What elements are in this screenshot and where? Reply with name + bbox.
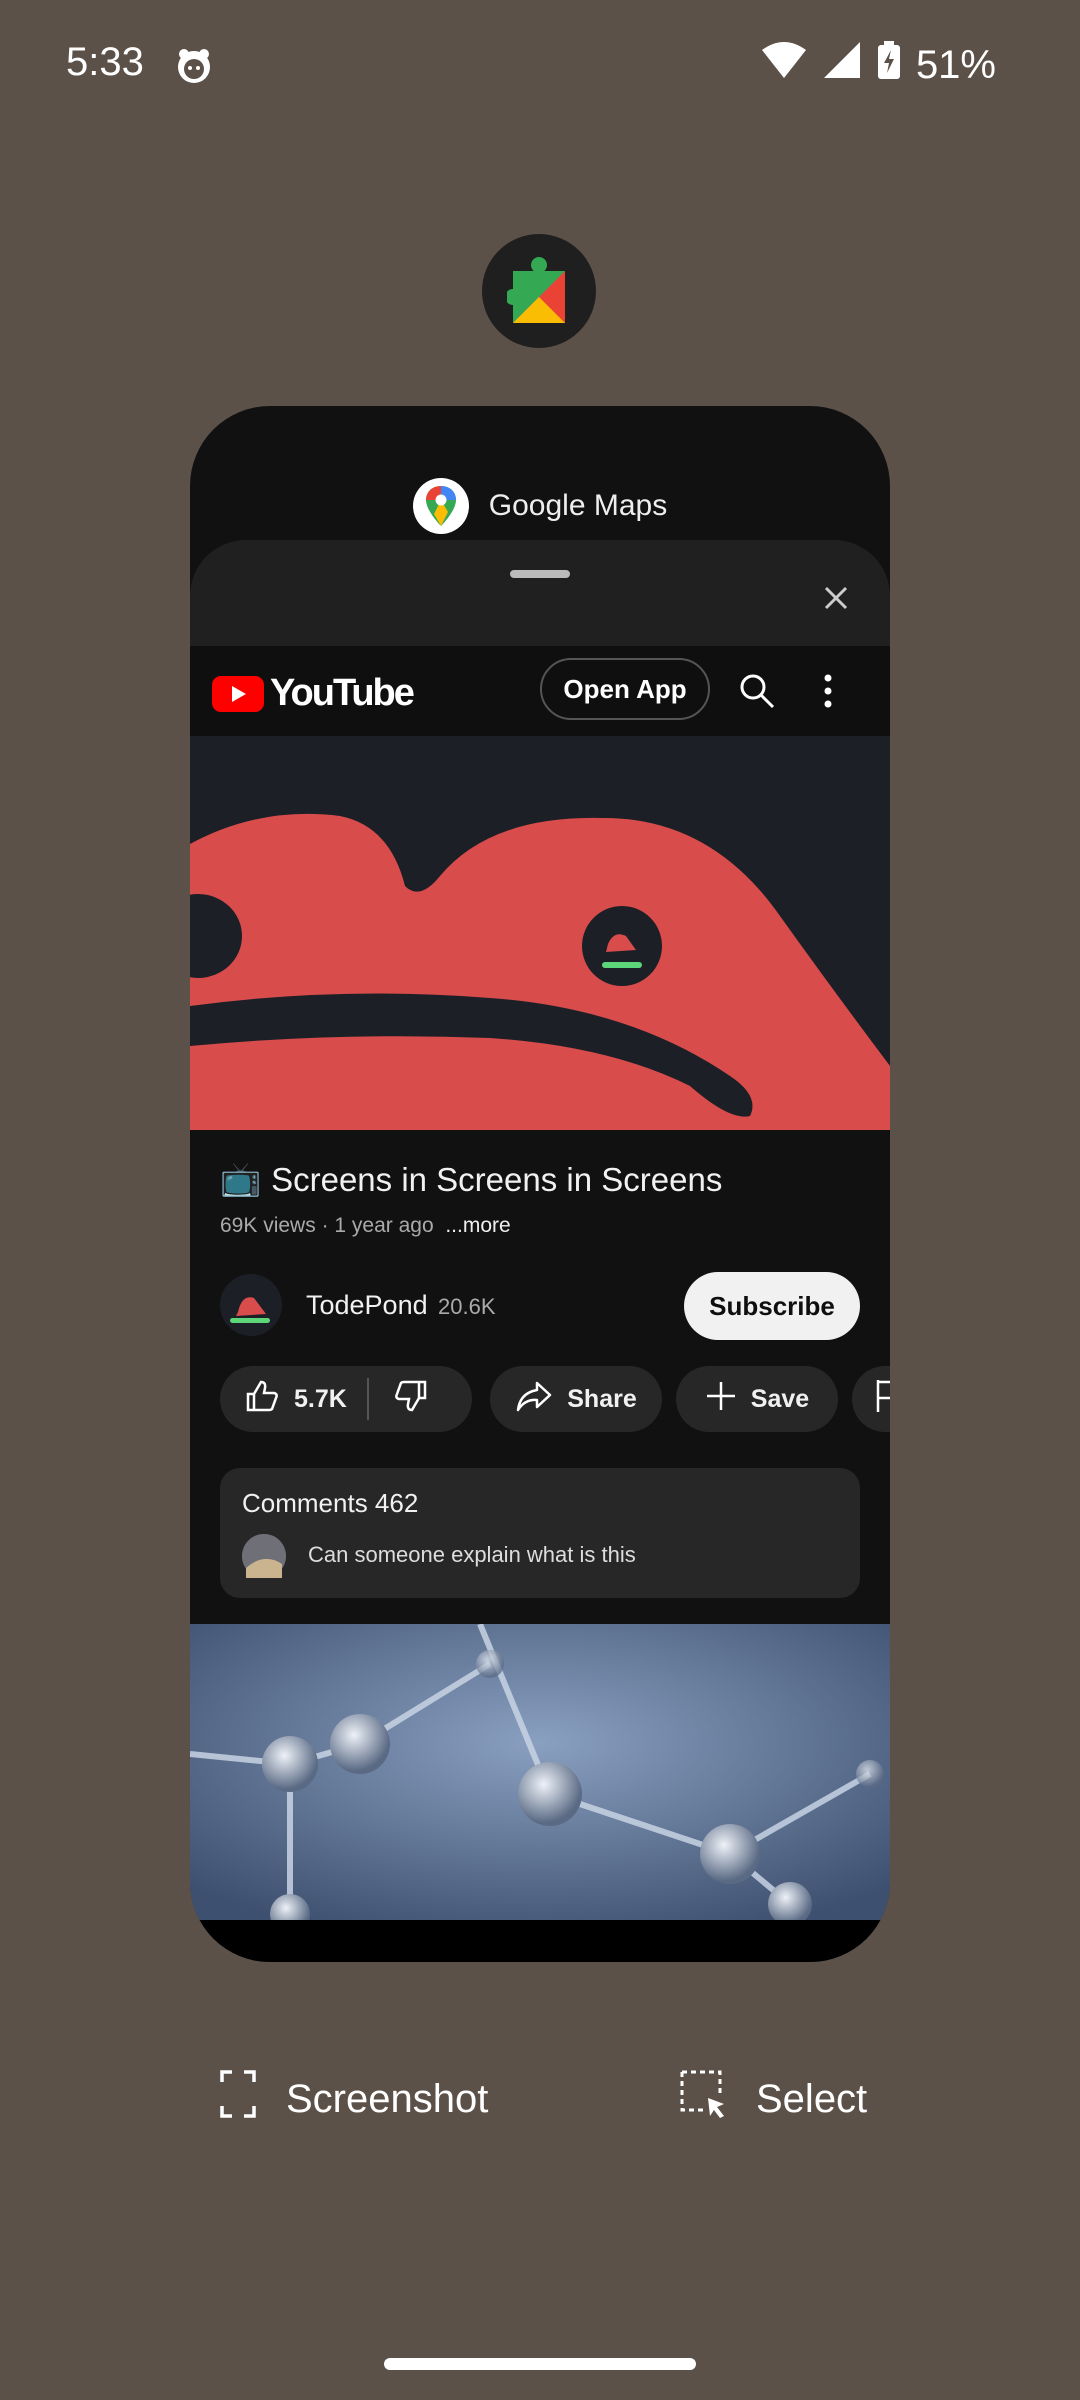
channel-name[interactable]: TodePond	[306, 1290, 428, 1321]
view-count: 69K views	[220, 1214, 316, 1237]
commenter-avatar	[242, 1534, 286, 1578]
select-label: Select	[756, 2076, 868, 2121]
share-button[interactable]: Share	[490, 1366, 662, 1432]
open-app-button[interactable]: Open App	[540, 658, 710, 720]
google-play-services-icon[interactable]	[482, 234, 596, 348]
close-icon[interactable]	[818, 580, 854, 616]
video-title[interactable]: 📺 Screens in Screens in Screens	[220, 1160, 722, 1199]
upload-age: 1 year ago	[334, 1214, 434, 1237]
app-preview-card[interactable]: Google Maps YouTube Open App 📺 Screens i…	[190, 406, 890, 1962]
save-button[interactable]: Save	[676, 1366, 838, 1432]
screenshot-icon	[220, 2070, 256, 2128]
status-time: 5:33	[66, 40, 144, 85]
share-icon	[515, 1379, 553, 1420]
signal-icon	[822, 40, 862, 90]
thumbs-down-icon	[393, 1380, 429, 1420]
subscriber-count: 20.6K	[438, 1294, 496, 1319]
youtube-logo[interactable]: YouTube	[212, 672, 415, 715]
comment-text: Can someone explain what is this	[308, 1542, 636, 1567]
google-maps-icon	[412, 478, 469, 534]
like-dislike-group: 5.7K	[220, 1366, 472, 1432]
more-options-icon[interactable]	[822, 674, 834, 713]
video-meta: 69K views · 1 year ago ...more	[220, 1214, 511, 1238]
youtube-header: YouTube Open App	[190, 646, 890, 736]
plus-icon	[705, 1380, 737, 1419]
tv-emoji: 📺	[220, 1160, 262, 1197]
like-count: 5.7K	[294, 1384, 347, 1413]
report-button[interactable]	[852, 1366, 890, 1432]
battery-charging-icon	[876, 40, 902, 90]
thumbs-up-icon	[244, 1378, 280, 1421]
like-button[interactable]: 5.7K	[220, 1378, 347, 1421]
youtube-play-icon	[212, 675, 264, 712]
video-thumbnail[interactable]	[190, 736, 890, 1130]
card-bottom-edge	[190, 1920, 890, 1962]
more-link[interactable]: ...more	[445, 1214, 510, 1237]
video-title-text: Screens in Screens in Screens	[271, 1160, 723, 1198]
comments-panel[interactable]: Comments 462 Can someone explain what is…	[220, 1468, 860, 1598]
share-label: Share	[567, 1384, 637, 1413]
select-button[interactable]: Select	[680, 2070, 867, 2128]
notification-face-icon	[174, 46, 214, 86]
dislike-button[interactable]	[369, 1378, 429, 1421]
next-video-thumbnail[interactable]	[190, 1624, 890, 1920]
comments-title: Comments 462	[242, 1488, 419, 1518]
time-text: 5:33	[66, 40, 144, 84]
select-region-icon	[680, 2070, 726, 2128]
bottom-sheet: YouTube Open App 📺 Screens in Screens in…	[190, 540, 890, 1962]
video-info: 📺 Screens in Screens in Screens 69K view…	[190, 1130, 890, 1624]
search-icon[interactable]	[738, 672, 776, 715]
save-label: Save	[750, 1384, 810, 1413]
subscribe-button[interactable]: Subscribe	[684, 1272, 860, 1340]
gesture-nav-bar[interactable]	[384, 2358, 696, 2370]
battery-percent: 51%	[915, 42, 996, 87]
flag-icon	[874, 1378, 890, 1421]
meta-separator: ·	[321, 1214, 329, 1237]
app-name: Google Maps	[488, 489, 668, 522]
youtube-wordmark: YouTube	[270, 672, 415, 714]
channel-avatar[interactable]	[220, 1274, 282, 1336]
app-header: Google Maps	[190, 478, 890, 534]
screenshot-button[interactable]: Screenshot	[220, 2070, 488, 2128]
drag-handle[interactable]	[510, 570, 570, 578]
screenshot-label: Screenshot	[286, 2076, 489, 2121]
wifi-icon	[760, 40, 808, 90]
status-indicators: 51%	[760, 40, 996, 90]
